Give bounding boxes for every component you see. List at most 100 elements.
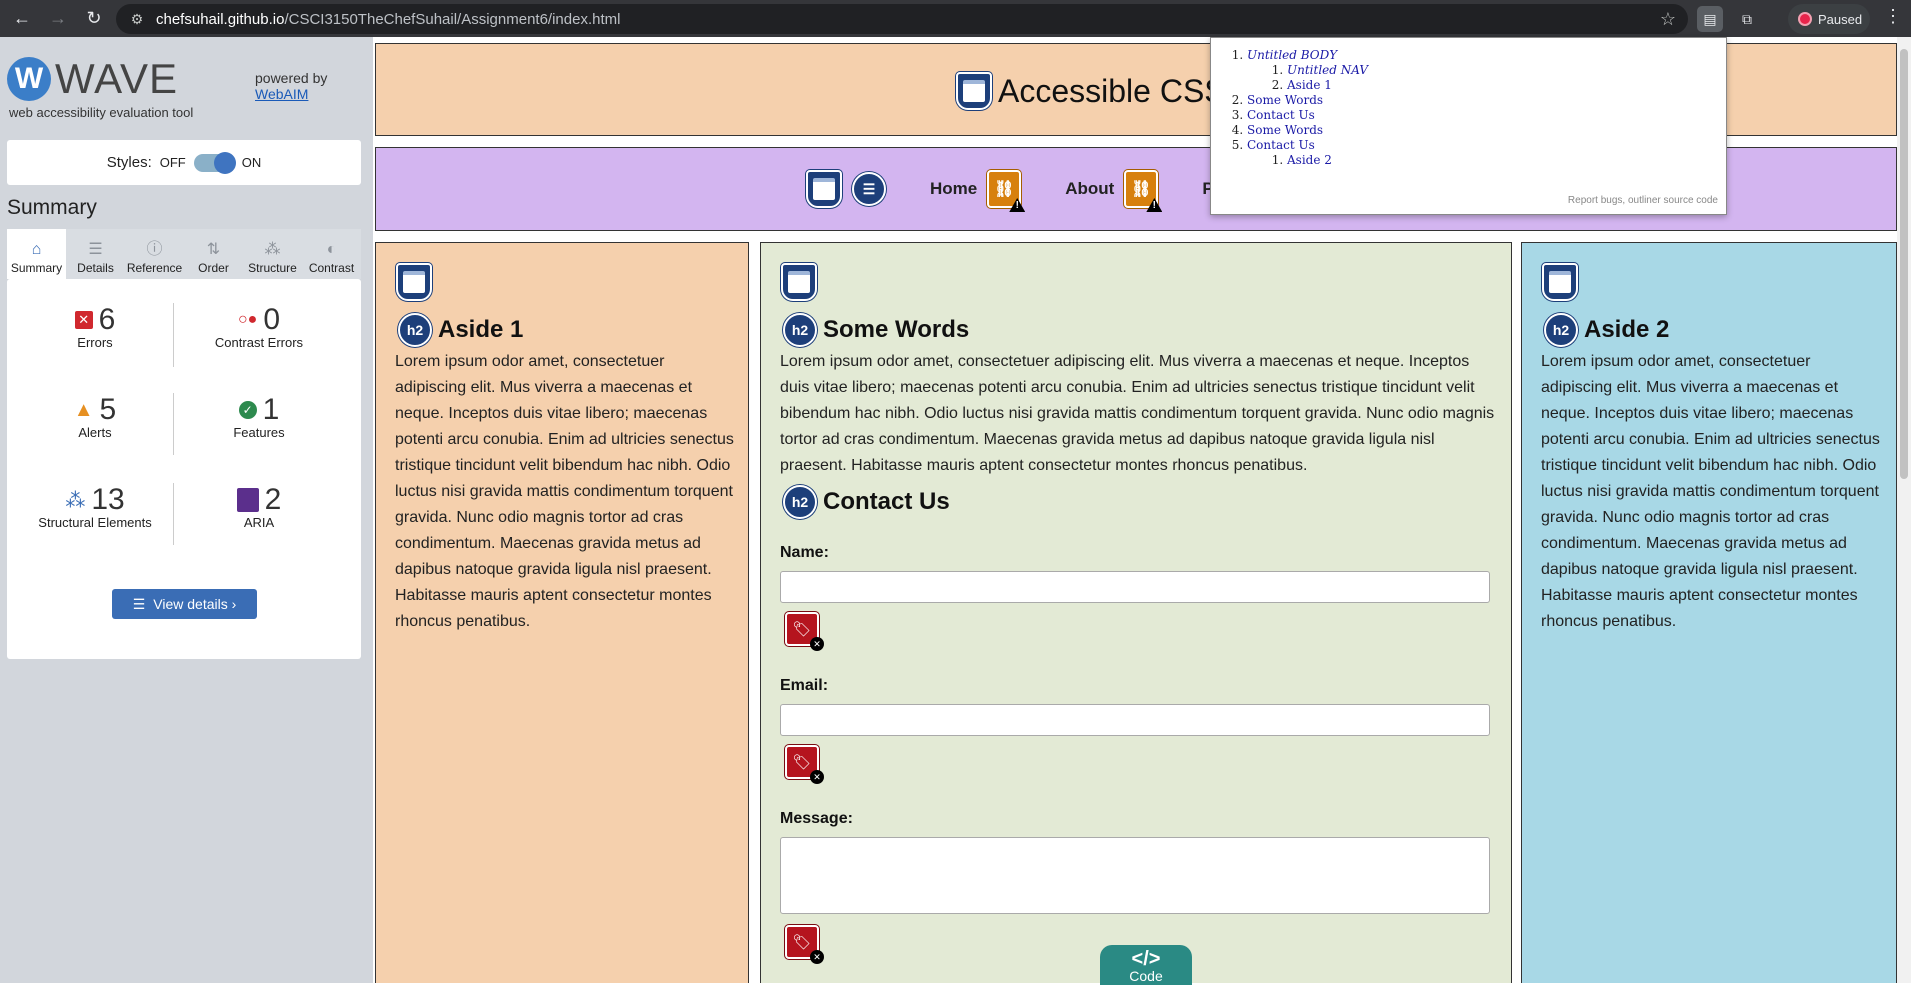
aside-landmark-icon[interactable]	[396, 263, 432, 301]
h2-icon[interactable]: h2	[398, 313, 432, 347]
scrollbar-thumb[interactable]	[1900, 49, 1908, 479]
navigation-landmark-icon[interactable]	[806, 170, 842, 208]
profile-paused-button[interactable]: Paused	[1788, 4, 1870, 34]
heading-text: Contact Us	[823, 488, 950, 515]
h2-icon[interactable]: h2	[1544, 313, 1578, 347]
stat-alerts[interactable]: ▲ 5 Alerts	[15, 393, 175, 440]
outline-link[interactable]: Some Words	[1247, 93, 1323, 107]
wave-logo-icon: W	[7, 57, 51, 101]
stat-errors[interactable]: ✕ 6 Errors	[15, 303, 175, 350]
missing-label-error-icon[interactable]: 🏷	[785, 925, 824, 964]
page-scrollbar[interactable]	[1897, 37, 1911, 983]
nav-link-about[interactable]: About	[1065, 179, 1114, 199]
stat-contrast-errors[interactable]: ○● 0 Contrast Errors	[179, 303, 339, 350]
wave-logo-text: WAVE	[55, 55, 179, 102]
link-alert-icon[interactable]: ⛓	[987, 170, 1022, 208]
tab-details[interactable]: ☰ Details	[66, 229, 125, 279]
header-landmark-icon[interactable]	[956, 72, 992, 110]
stat-aria[interactable]: 2 ARIA	[179, 483, 339, 530]
tab-summary[interactable]: ⌂ Summary	[7, 229, 66, 279]
wave-extension-icon[interactable]: ▤	[1697, 6, 1723, 32]
styles-toggle[interactable]	[193, 151, 236, 174]
list-icon: ☰	[132, 595, 146, 612]
outline-link[interactable]: Aside 2	[1287, 153, 1332, 167]
outline-list: Untitled BODY Untitled NAV Aside 1 Some …	[1247, 48, 1368, 168]
message-textarea[interactable]	[780, 837, 1490, 914]
link-alert-icon[interactable]: ⛓	[1124, 170, 1159, 208]
h2-icon[interactable]: h2	[783, 313, 817, 347]
outline-item: Contact Us	[1247, 108, 1368, 123]
styles-on-label: ON	[241, 155, 262, 170]
error-icon: ✕	[74, 311, 93, 329]
feature-check-icon: ✓	[238, 401, 257, 419]
main-landmark-icon[interactable]	[781, 263, 817, 301]
outline-link[interactable]: Some Words	[1247, 123, 1323, 137]
outline-link[interactable]: Contact Us	[1247, 138, 1315, 152]
list-icon[interactable]: ☰	[852, 172, 886, 206]
summary-stats-panel: ✕ 6 Errors ○● 0 Contrast Errors ▲ 5 Alerts …	[7, 279, 361, 659]
back-icon[interactable]: ←	[4, 4, 40, 34]
styles-label: Styles:	[106, 154, 152, 171]
alerts-count: 5	[99, 393, 117, 426]
webaim-link[interactable]: WebAIM	[255, 86, 308, 102]
contrast-errors-label: Contrast Errors	[214, 335, 304, 350]
outline-link[interactable]: Aside 1	[1287, 78, 1332, 92]
tab-reference[interactable]: ⓘ Reference	[125, 229, 184, 279]
address-bar[interactable]: ⚙ chefsuhail.github.io/CSCI3150TheChefSu…	[116, 4, 1688, 34]
stat-features[interactable]: ✓ 1 Features	[179, 393, 339, 440]
bookmark-star-icon[interactable]: ☆	[1660, 9, 1676, 30]
tab-order[interactable]: ⇅ Order	[184, 229, 243, 279]
outline-item: Some Words	[1247, 93, 1368, 108]
alerts-label: Alerts	[78, 425, 112, 440]
outline-link[interactable]: Contact Us	[1247, 108, 1315, 122]
email-label: Email:	[780, 677, 829, 694]
outliner-footer[interactable]: Report bugs, outliner source code	[1568, 195, 1718, 206]
outliner-popup: Untitled BODY Untitled NAV Aside 1 Some …	[1210, 37, 1727, 215]
tab-label: Order	[198, 261, 229, 275]
wave-sidebar: W WAVE web accessibility evaluation tool…	[0, 37, 373, 983]
missing-label-error-icon[interactable]: 🏷	[785, 745, 824, 784]
contrast-errors-count: 0	[263, 303, 280, 336]
outline-link[interactable]: Untitled NAV	[1287, 63, 1368, 77]
email-input[interactable]	[780, 704, 1490, 736]
profile-status: Paused	[1818, 11, 1863, 27]
order-icon: ⇅	[206, 241, 221, 258]
stat-structural[interactable]: ⁂ 13 Structural Elements	[15, 483, 175, 530]
url-host: chefsuhail.github.io	[156, 10, 285, 28]
outline-item: Aside 2	[1287, 153, 1368, 168]
outline-item: Untitled NAV	[1287, 63, 1368, 78]
aria-count: 2	[264, 483, 282, 516]
h2-icon[interactable]: h2	[783, 485, 817, 519]
name-input[interactable]	[780, 571, 1490, 603]
missing-label-error-icon[interactable]: 🏷	[785, 612, 824, 651]
site-settings-icon[interactable]: ⚙	[122, 11, 152, 28]
code-label: Code	[1129, 968, 1163, 984]
aside-2-heading: h2 Aside 2	[1544, 313, 1669, 347]
code-icon: </>	[1131, 948, 1161, 970]
tab-structure[interactable]: ⁂ Structure	[243, 229, 302, 279]
styles-toggle-panel: Styles: OFF ON	[7, 140, 361, 185]
page-title: Accessible CSS	[956, 72, 1226, 110]
powered-by: powered by WebAIM	[255, 70, 327, 102]
heading-text: Aside 2	[1584, 316, 1670, 343]
reload-icon[interactable]: ↻	[76, 4, 112, 34]
some-words-text: Lorem ipsum odor amet, consectetuer adip…	[780, 353, 1495, 474]
forward-icon[interactable]: →	[40, 4, 76, 34]
extensions-puzzle-icon[interactable]: ⧉	[1734, 6, 1760, 32]
message-label: Message:	[780, 810, 853, 827]
aside-1-text: Lorem ipsum odor amet, consectetuer adip…	[395, 353, 734, 630]
browser-menu-icon[interactable]: ⋮	[1884, 6, 1902, 27]
nav-link-home[interactable]: Home	[930, 179, 977, 199]
code-toggle-button[interactable]: </> Code	[1100, 945, 1192, 985]
outline-item: Contact Us Aside 2	[1247, 138, 1368, 168]
errors-count: 6	[98, 303, 116, 336]
summary-title: Summary	[7, 196, 97, 219]
tab-label: Structure	[248, 261, 297, 275]
outline-link[interactable]: Untitled BODY	[1247, 48, 1337, 62]
view-details-button[interactable]: ☰ View details ›	[112, 589, 257, 619]
url-path: /CSCI3150TheChefSuhail/Assignment6/index…	[284, 10, 621, 28]
aside-landmark-icon[interactable]	[1542, 263, 1578, 301]
features-count: 1	[262, 393, 280, 426]
contact-heading: h2 Contact Us	[783, 485, 950, 519]
tab-contrast[interactable]: ◐ Contrast	[302, 229, 361, 279]
